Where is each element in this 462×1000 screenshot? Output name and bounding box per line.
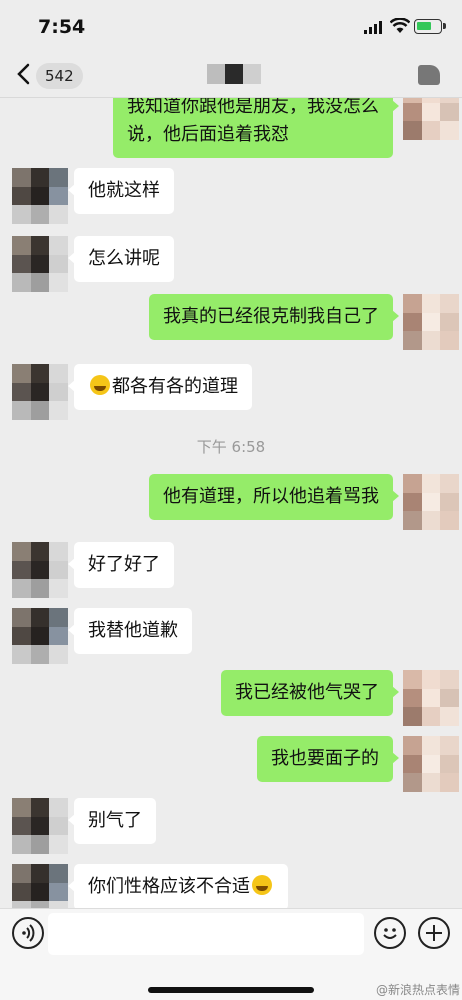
message-row: 别气了 <box>0 798 462 854</box>
message-row: 你们性格应该不合适 <box>0 864 462 908</box>
message-text: 怎么讲呢 <box>88 248 160 269</box>
message-row: 他有道理，所以他追着骂我 <box>0 474 462 534</box>
chat-timestamp: 下午 6:58 <box>196 438 266 456</box>
message-text: 你们性格应该不合适 <box>88 876 250 897</box>
back-icon[interactable] <box>14 62 34 86</box>
my-avatar[interactable] <box>403 736 459 792</box>
message-row: 他就这样 <box>0 168 462 224</box>
contact-avatar[interactable] <box>12 864 68 908</box>
message-row: 我替他道歉 <box>0 608 462 664</box>
status-time: 7:54 <box>38 16 86 38</box>
cellular-signal-icon <box>364 21 382 34</box>
watermark: @新浪热点表情 <box>376 983 461 997</box>
home-indicator <box>148 987 314 993</box>
received-message-bubble[interactable]: 别气了 <box>68 798 156 844</box>
message-row: 我知道你跟他是朋友，我没怎么 说，他后面追着我怼 <box>0 98 462 158</box>
message-text: 他有道理，所以他追着骂我 <box>163 486 379 507</box>
message-row: 我也要面子的 <box>0 736 462 796</box>
message-text: 我也要面子的 <box>271 748 379 769</box>
message-text: 我知道你跟他是朋友，我没怎么 <box>127 98 379 117</box>
contact-avatar[interactable] <box>12 542 68 598</box>
message-text: 说，他后面追着我怼 <box>127 124 289 145</box>
contact-avatar[interactable] <box>12 236 68 292</box>
unread-count-badge[interactable]: 542 <box>36 63 83 89</box>
message-row: 都各有各的道理 <box>0 364 462 420</box>
laughing-emoji-icon <box>252 875 272 895</box>
received-message-bubble[interactable]: 怎么讲呢 <box>68 236 174 282</box>
my-avatar[interactable] <box>403 474 459 530</box>
my-avatar[interactable] <box>403 670 459 726</box>
message-row: 怎么讲呢 <box>0 236 462 292</box>
status-bar: 7:54 <box>0 0 462 52</box>
my-avatar[interactable] <box>403 294 459 350</box>
message-text: 都各有各的道理 <box>112 376 238 397</box>
sent-message-bubble[interactable]: 他有道理，所以他追着骂我 <box>149 474 399 520</box>
laughing-emoji-icon <box>90 375 110 395</box>
contact-avatar[interactable] <box>12 798 68 854</box>
sent-message-bubble[interactable]: 我也要面子的 <box>257 736 399 782</box>
received-message-bubble[interactable]: 我替他道歉 <box>68 608 192 654</box>
sent-message-bubble[interactable]: 我真的已经很克制我自己了 <box>149 294 399 340</box>
message-row: 好了好了 <box>0 542 462 598</box>
message-text: 好了好了 <box>88 554 160 575</box>
message-text: 别气了 <box>88 810 142 831</box>
my-avatar[interactable] <box>403 98 459 140</box>
sent-message-bubble[interactable]: 我已经被他气哭了 <box>221 670 399 716</box>
contact-avatar[interactable] <box>12 608 68 664</box>
emoji-icon[interactable] <box>374 917 406 949</box>
sent-message-bubble[interactable]: 我知道你跟他是朋友，我没怎么 说，他后面追着我怼 <box>113 98 399 158</box>
message-text: 他就这样 <box>88 180 160 201</box>
chat-header: 542 <box>0 52 462 98</box>
received-message-bubble[interactable]: 好了好了 <box>68 542 174 588</box>
contact-name-pixelated <box>207 64 261 84</box>
chat-message-list: 我知道你跟他是朋友，我没怎么 说，他后面追着我怼他就这样怎么讲呢我真的已经很克制我… <box>0 98 462 908</box>
battery-icon <box>414 19 446 34</box>
received-message-bubble[interactable]: 都各有各的道理 <box>68 364 252 410</box>
received-message-bubble[interactable]: 你们性格应该不合适 <box>68 864 288 908</box>
message-row: 我已经被他气哭了 <box>0 670 462 730</box>
message-text: 我已经被他气哭了 <box>235 682 379 703</box>
plus-icon[interactable] <box>418 917 450 949</box>
wifi-icon <box>390 18 410 33</box>
voice-input-icon[interactable] <box>12 917 44 949</box>
contact-avatar[interactable] <box>12 168 68 224</box>
received-message-bubble[interactable]: 他就这样 <box>68 168 174 214</box>
message-input[interactable] <box>48 913 364 955</box>
message-text: 我真的已经很克制我自己了 <box>163 306 379 327</box>
message-text: 我替他道歉 <box>88 620 178 641</box>
more-options-icon[interactable] <box>418 65 440 85</box>
input-toolbar: @新浪热点表情 <box>0 908 462 1000</box>
contact-avatar[interactable] <box>12 364 68 420</box>
message-row: 我真的已经很克制我自己了 <box>0 294 462 354</box>
